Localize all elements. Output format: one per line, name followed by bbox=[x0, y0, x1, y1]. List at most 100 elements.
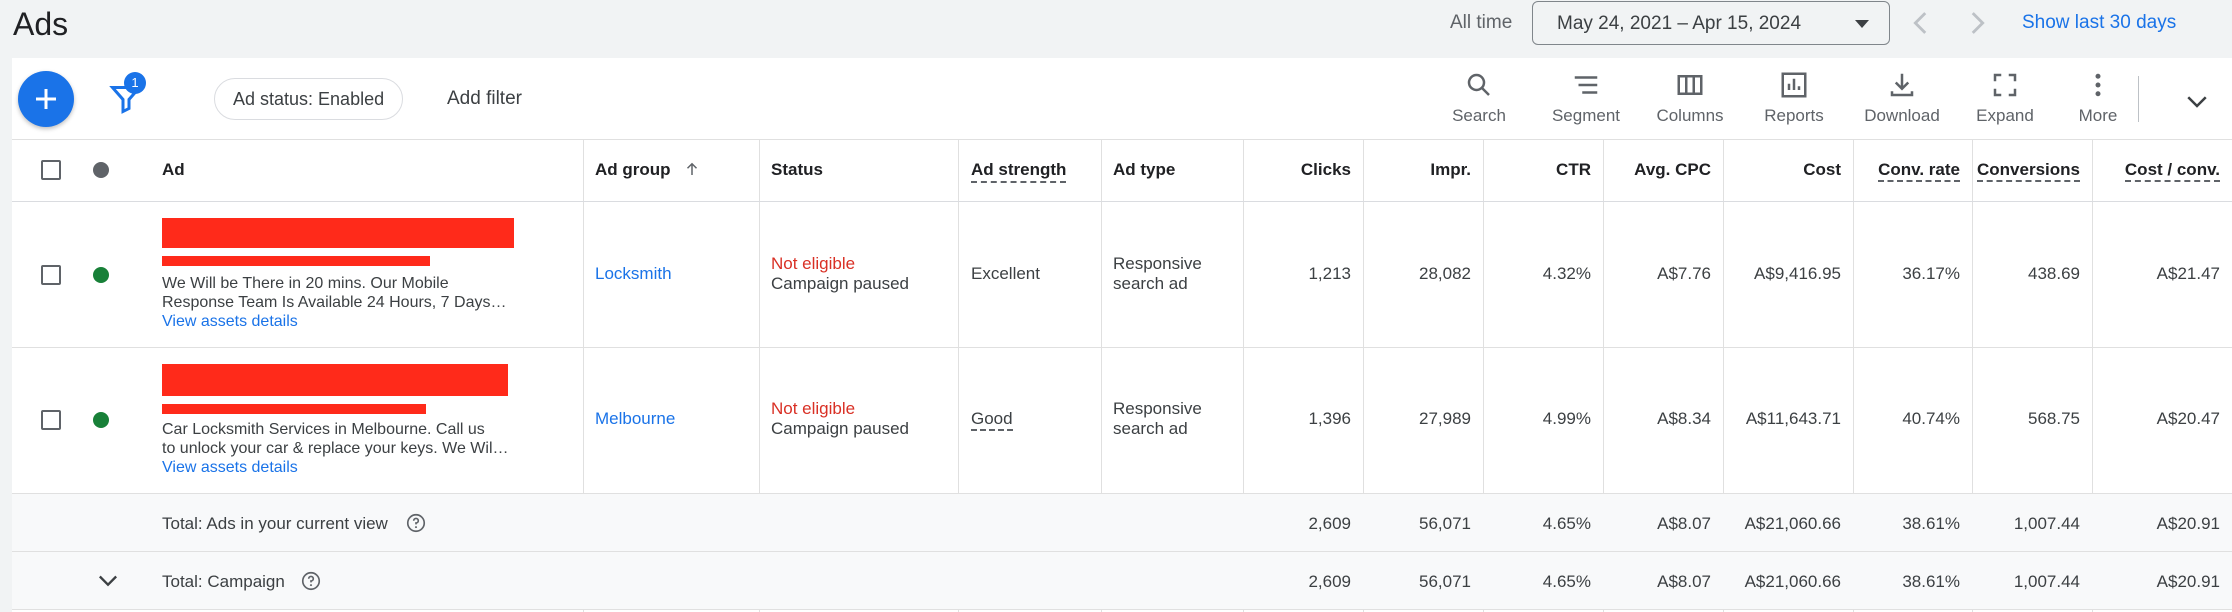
ads-table: Ad Ad group Status Ad strength Ad type C… bbox=[12, 140, 2232, 612]
toolbar-divider bbox=[2138, 76, 2139, 122]
ad-type-line-1: Responsive bbox=[1113, 399, 1202, 418]
redacted-url bbox=[162, 256, 430, 266]
help-icon[interactable] bbox=[405, 512, 427, 534]
redacted-url bbox=[162, 404, 426, 414]
col-header-cost[interactable]: Cost bbox=[1723, 160, 1841, 180]
add-button[interactable] bbox=[18, 71, 74, 127]
segment-tool-button[interactable]: Segment bbox=[1544, 70, 1628, 126]
view-assets-details-link[interactable]: View assets details bbox=[162, 312, 532, 331]
status-column-dot bbox=[93, 162, 109, 178]
page-title: Ads bbox=[13, 6, 69, 42]
chevron-right-icon[interactable] bbox=[1960, 6, 1994, 40]
ad-type-line-2: search ad bbox=[1113, 419, 1188, 438]
ctr-value: 4.32% bbox=[1542, 264, 1591, 283]
chevron-left-icon[interactable] bbox=[1904, 6, 1938, 40]
col-header-ad-strength[interactable]: Ad strength bbox=[971, 160, 1067, 183]
total-clicks: 2,609 bbox=[1308, 572, 1351, 591]
col-header-conv-rate[interactable]: Conv. rate bbox=[1878, 160, 1960, 182]
status-not-eligible: Not eligible bbox=[771, 254, 856, 273]
total-ctr: 4.65% bbox=[1542, 572, 1591, 591]
col-header-cost-conv[interactable]: Cost / conv. bbox=[2124, 160, 2220, 182]
row-checkbox[interactable] bbox=[41, 410, 61, 430]
row-checkbox[interactable] bbox=[41, 265, 61, 285]
cost-conv-value: A$21.47 bbox=[2156, 264, 2220, 283]
total-clicks: 2,609 bbox=[1308, 514, 1351, 533]
ad-description-line-2: Response Team Is Available 24 Hours, 7 D… bbox=[162, 294, 507, 311]
total-impr: 56,071 bbox=[1419, 514, 1471, 533]
dropdown-caret-icon bbox=[1855, 20, 1869, 28]
total-conv-rate: 38.61% bbox=[1902, 572, 1960, 591]
top-bar: Ads All time May 24, 2021 – Apr 15, 2024… bbox=[0, 0, 2232, 58]
help-icon[interactable] bbox=[300, 570, 322, 592]
segment-icon bbox=[1574, 76, 1598, 94]
col-header-ad-group-label: Ad group bbox=[595, 160, 671, 179]
col-header-cost-conv-wrap: Cost / conv. bbox=[2092, 160, 2220, 182]
reports-tool-button[interactable]: Reports bbox=[1752, 70, 1836, 126]
clicks-value: 1,396 bbox=[1308, 409, 1351, 428]
chevron-down-icon[interactable] bbox=[2182, 86, 2212, 116]
more-tool-button[interactable]: More bbox=[2068, 70, 2128, 126]
conversions-value: 568.75 bbox=[2028, 409, 2080, 428]
plus-icon bbox=[36, 89, 56, 109]
expand-tool-label: Expand bbox=[1976, 106, 2034, 125]
avg-cpc-value: A$8.34 bbox=[1657, 409, 1711, 428]
expand-tool-button[interactable]: Expand bbox=[1968, 70, 2042, 126]
status-sub: Campaign paused bbox=[771, 274, 909, 293]
cost-conv-value: A$20.47 bbox=[2156, 409, 2220, 428]
ctr-value: 4.99% bbox=[1542, 409, 1591, 428]
total-impr: 56,071 bbox=[1419, 572, 1471, 591]
ad-group-link[interactable]: Locksmith bbox=[595, 264, 672, 284]
cost-value: A$11,643.71 bbox=[1745, 409, 1841, 428]
reports-tool-label: Reports bbox=[1764, 106, 1824, 125]
clicks-value: 1,213 bbox=[1308, 264, 1351, 283]
ad-status-filter-chip[interactable]: Ad status: Enabled bbox=[214, 78, 404, 120]
total-cost-conv: A$20.91 bbox=[2156, 514, 2220, 533]
total-cost: A$21,060.66 bbox=[1744, 572, 1841, 591]
select-all-checkbox[interactable] bbox=[41, 160, 61, 180]
col-header-conversions[interactable]: Conversions bbox=[1977, 160, 2080, 182]
date-range-picker[interactable]: May 24, 2021 – Apr 15, 2024 bbox=[1532, 1, 1890, 45]
total-avg-cpc: A$8.07 bbox=[1657, 514, 1711, 533]
download-tool-button[interactable]: Download bbox=[1854, 70, 1950, 126]
total-conv-rate: 38.61% bbox=[1902, 514, 1960, 533]
ad-description-line-1: We Will be There in 20 mins. Our Mobile bbox=[162, 275, 449, 292]
total-label: Total: Campaign bbox=[162, 572, 285, 591]
col-header-impr[interactable]: Impr. bbox=[1363, 160, 1471, 180]
col-header-conversions-wrap: Conversions bbox=[1972, 160, 2080, 182]
sort-ascending-icon bbox=[687, 162, 698, 175]
total-campaign-row: Total: Campaign 2,609 56,071 4.65% A$8.0… bbox=[12, 552, 2232, 610]
table-row: Car Locksmith Services in Melbourne. Cal… bbox=[12, 348, 2232, 494]
status-enabled-dot bbox=[93, 412, 109, 428]
expand-icon bbox=[1993, 73, 2017, 97]
show-last-30-days-link[interactable]: Show last 30 days bbox=[2022, 12, 2176, 34]
col-header-status[interactable]: Status bbox=[771, 160, 823, 180]
redacted-headline bbox=[162, 218, 514, 248]
ad-group-link[interactable]: Melbourne bbox=[595, 409, 675, 429]
total-conversions: 1,007.44 bbox=[2013, 514, 2080, 533]
ad-type-cell: Responsive search ad bbox=[1113, 254, 1202, 294]
date-range-text: May 24, 2021 – Apr 15, 2024 bbox=[1557, 13, 1802, 34]
add-filter-button[interactable]: Add filter bbox=[447, 88, 522, 110]
col-header-ctr[interactable]: CTR bbox=[1483, 160, 1591, 180]
ad-description: Car Locksmith Services in Melbourne. Cal… bbox=[162, 420, 532, 477]
col-header-ad-group[interactable]: Ad group bbox=[595, 160, 701, 180]
total-cost-conv: A$20.91 bbox=[2156, 572, 2220, 591]
ad-strength-good: Good bbox=[971, 409, 1013, 431]
col-header-ad-type[interactable]: Ad type bbox=[1113, 160, 1175, 180]
search-tool-button[interactable]: Search bbox=[1444, 70, 1514, 126]
more-vert-icon bbox=[2095, 73, 2101, 97]
col-header-clicks[interactable]: Clicks bbox=[1243, 160, 1351, 180]
columns-tool-button[interactable]: Columns bbox=[1648, 70, 1732, 126]
status-enabled-dot bbox=[93, 267, 109, 283]
expand-chevron-down-icon[interactable] bbox=[94, 566, 122, 594]
total-current-view-row: Total: Ads in your current view 2,609 56… bbox=[12, 494, 2232, 552]
view-assets-details-link[interactable]: View assets details bbox=[162, 458, 532, 477]
search-tool-label: Search bbox=[1452, 106, 1506, 125]
total-ctr: 4.65% bbox=[1542, 514, 1591, 533]
col-header-avg-cpc[interactable]: Avg. CPC bbox=[1603, 160, 1711, 180]
ad-strength-value[interactable]: Good bbox=[971, 409, 1013, 431]
avg-cpc-value: A$7.76 bbox=[1657, 264, 1711, 283]
col-header-ad[interactable]: Ad bbox=[162, 160, 185, 180]
more-tool-label: More bbox=[2078, 106, 2118, 125]
download-tool-label: Download bbox=[1864, 106, 1940, 125]
